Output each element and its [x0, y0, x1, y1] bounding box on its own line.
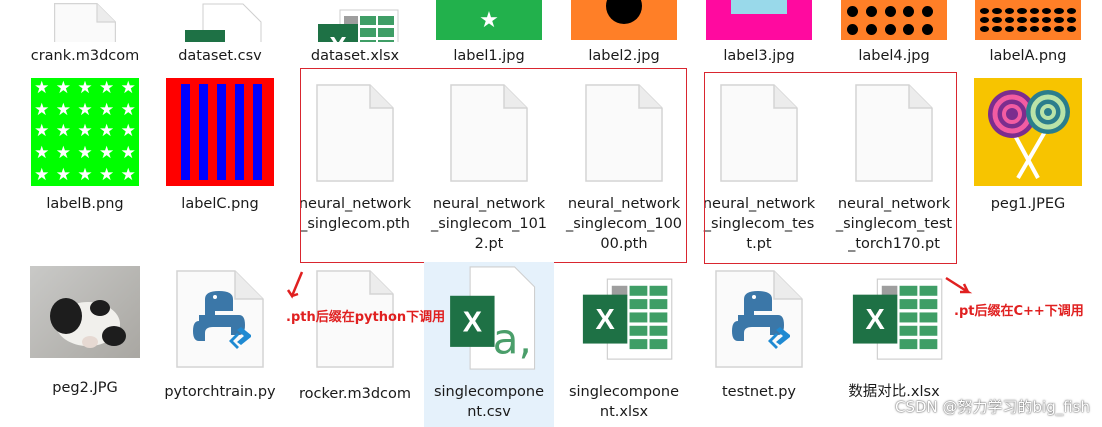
file-labelC[interactable]: labelC.png	[155, 78, 285, 214]
excel-xlsx-icon	[310, 0, 400, 42]
file-label: pytorchtrain.py	[164, 384, 276, 400]
python-file-icon	[175, 264, 265, 374]
file-label4[interactable]: label4.jpg	[829, 0, 959, 66]
file-label: testnet.py	[721, 384, 797, 400]
file-label: singlecomponent.xlsx	[568, 384, 680, 420]
file-label2[interactable]: label2.jpg	[559, 0, 689, 66]
pt-annotation: .pt后缀在C++下调用	[954, 304, 1084, 319]
python-file-icon	[714, 264, 804, 374]
file-crank[interactable]: crank.m3dcom	[20, 0, 150, 66]
file-peg2[interactable]: peg2.JPG	[20, 266, 150, 398]
image-thumbnail	[706, 0, 812, 40]
file-peg1[interactable]: peg1.JPEG	[963, 78, 1093, 214]
file-singlecomponent-csv[interactable]: singlecomponent.csv	[424, 262, 554, 427]
circle-shape	[606, 0, 642, 24]
file-label: dataset.csv	[178, 48, 262, 64]
file-labelA[interactable]: labelA.png	[963, 0, 1093, 66]
file-label: crank.m3dcom	[30, 48, 140, 64]
file-label: singlecomponent.csv	[433, 384, 545, 420]
blank-document-icon	[45, 0, 125, 42]
image-thumbnail	[571, 0, 677, 40]
image-thumbnail	[841, 0, 947, 40]
file-pytorchtrain[interactable]: pytorchtrain.py	[155, 264, 285, 402]
file-label: labelB.png	[46, 196, 124, 212]
star-icon: ★	[479, 7, 499, 33]
file-label1[interactable]: ★ label1.jpg	[424, 0, 554, 66]
image-thumbnail	[975, 0, 1081, 40]
file-label: label4.jpg	[858, 48, 930, 64]
file-label3[interactable]: label3.jpg	[694, 0, 824, 66]
file-label: peg1.JPEG	[990, 196, 1066, 212]
image-thumbnail	[974, 78, 1082, 186]
image-thumbnail: ★ ★ ★ ★ ★ ★ ★ ★ ★ ★ ★ ★ ★ ★ ★ ★ ★ ★ ★ ★ ★ ★ ★ ★ ★	[31, 78, 139, 186]
file-label: labelC.png	[181, 196, 259, 212]
file-dataset-xlsx[interactable]: dataset.xlsx	[290, 0, 420, 66]
file-label: label1.jpg	[453, 48, 525, 64]
excel-csv-icon	[175, 0, 265, 42]
image-thumbnail: ★	[436, 0, 542, 40]
file-label: peg2.JPG	[52, 380, 118, 396]
file-label: label2.jpg	[588, 48, 660, 64]
image-thumbnail	[30, 266, 140, 358]
lollipop-icon	[988, 90, 1070, 180]
excel-csv-icon	[439, 262, 539, 374]
arrow-icon	[286, 271, 304, 299]
file-label: rocker.m3dcom	[298, 386, 412, 402]
file-testnet[interactable]: testnet.py	[694, 264, 824, 402]
watermark: CSDN @努力学习的big_fish	[894, 398, 1090, 416]
pt-group-highlight	[704, 72, 957, 264]
file-dataset-csv[interactable]: dataset.csv	[155, 0, 285, 66]
image-thumbnail	[166, 78, 274, 186]
pth-annotation: .pth后缀在python下调用	[286, 310, 446, 325]
file-label: dataset.xlsx	[310, 48, 400, 64]
file-label: labelA.png	[989, 48, 1067, 64]
excel-xlsx-icon	[844, 262, 944, 374]
excel-xlsx-icon	[574, 262, 674, 374]
file-label: label3.jpg	[723, 48, 795, 64]
rectangle-shape	[731, 0, 787, 14]
file-labelB[interactable]: ★ ★ ★ ★ ★ ★ ★ ★ ★ ★ ★ ★ ★ ★ ★ ★ ★ ★ ★ ★ ★ ★ ★ ★ ★ labelB.png	[20, 78, 150, 214]
file-singlecomponent-xlsx[interactable]: singlecomponent.xlsx	[559, 262, 689, 422]
panda-icon	[50, 298, 126, 348]
pth-group-highlight	[300, 68, 687, 263]
